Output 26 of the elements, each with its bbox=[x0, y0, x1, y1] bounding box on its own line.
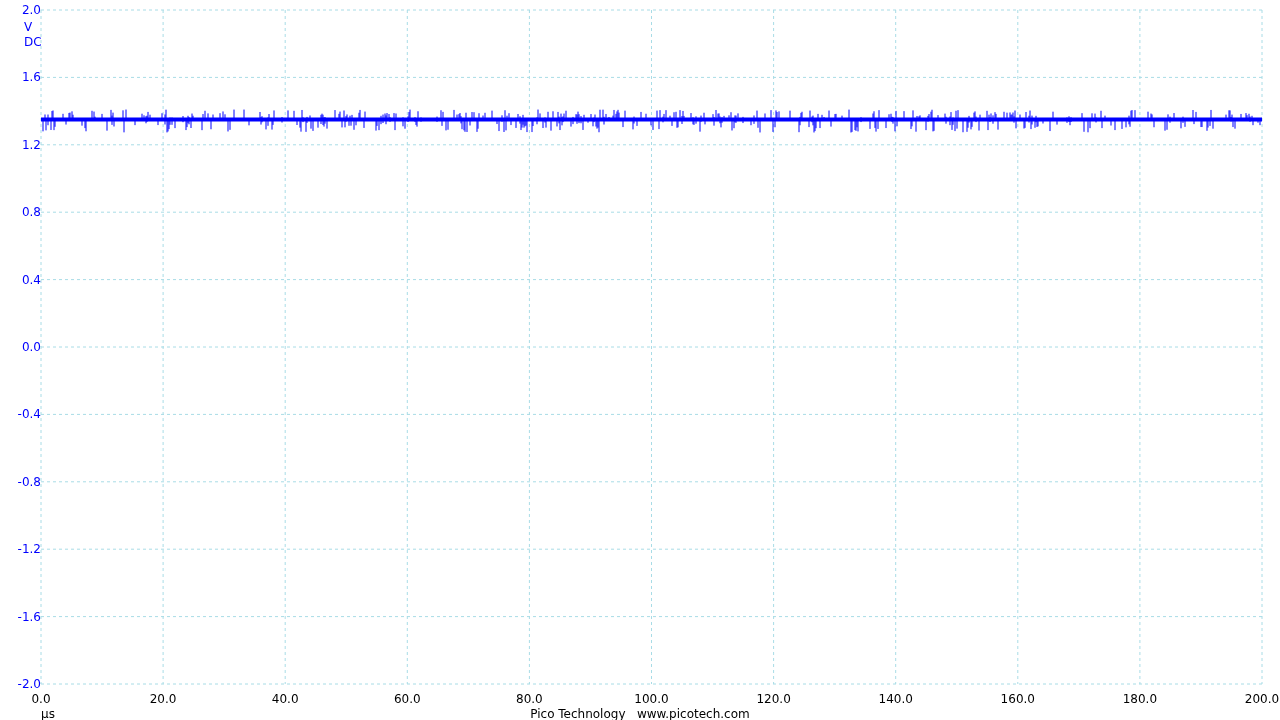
y-tick-label: 0.4 bbox=[21, 272, 41, 287]
y-tick-label: 0.8 bbox=[21, 205, 41, 220]
x-tick-label: 20.0 bbox=[149, 692, 177, 706]
x-tick-label: 80.0 bbox=[516, 692, 543, 706]
coupling-label: DC bbox=[24, 35, 42, 49]
y-tick-label: 2.0 bbox=[21, 3, 41, 17]
x-tick-label: 200.0 bbox=[1244, 692, 1280, 706]
x-tick-label: 40.0 bbox=[271, 692, 299, 706]
x-tick-label: 140.0 bbox=[878, 692, 913, 706]
x-tick-label: 60.0 bbox=[393, 692, 421, 706]
x-tick-label: 160.0 bbox=[1000, 692, 1035, 706]
y-tick-label: -2.0 bbox=[17, 677, 41, 691]
x-tick-label: 120.0 bbox=[756, 692, 791, 706]
x-unit-label: µs bbox=[41, 707, 55, 720]
y-unit-label: V bbox=[24, 20, 33, 34]
x-tick-label: 0.0 bbox=[31, 692, 51, 706]
y-tick-label: -0.4 bbox=[17, 407, 41, 422]
footer-credit: Pico Technology www.picotech.com bbox=[530, 707, 750, 720]
y-tick-label: 1.6 bbox=[21, 70, 41, 85]
y-tick-label: -0.8 bbox=[17, 474, 41, 489]
y-tick-label: -1.6 bbox=[17, 609, 41, 624]
x-tick-label: 100.0 bbox=[634, 692, 669, 706]
y-tick-label: 1.2 bbox=[21, 137, 41, 152]
x-tick-label: 180.0 bbox=[1122, 692, 1158, 706]
y-tick-label: -1.2 bbox=[17, 542, 41, 557]
y-tick-label: 0.0 bbox=[21, 340, 41, 354]
